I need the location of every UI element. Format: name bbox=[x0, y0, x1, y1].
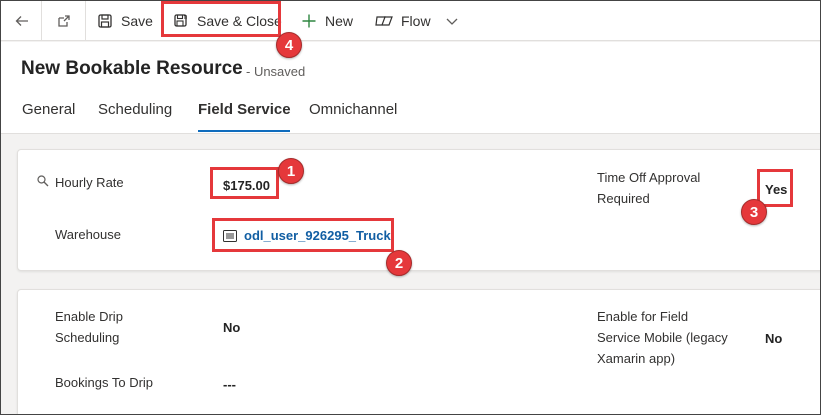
drip-scheduling-label-line-2: Scheduling bbox=[55, 330, 120, 345]
field-service-mobile-label-line-2: Service Mobile (legacy bbox=[597, 330, 728, 345]
tab-omnichannel[interactable]: Omnichannel bbox=[309, 101, 397, 118]
drip-scheduling-section: Enable Drip Scheduling No Bookings To Dr… bbox=[17, 289, 820, 414]
active-tab-indicator bbox=[198, 130, 290, 132]
form-header: New Bookable Resource - Unsaved General … bbox=[1, 42, 820, 134]
callout-badge-2: 2 bbox=[386, 250, 412, 276]
back-arrow-icon bbox=[15, 16, 28, 26]
field-service-mobile-label-line-1: Enable for Field bbox=[597, 309, 689, 324]
new-label: New bbox=[325, 13, 354, 29]
save-label: Save bbox=[121, 13, 153, 29]
save-button[interactable]: Save bbox=[97, 1, 153, 41]
field-service-mobile-value[interactable]: No bbox=[765, 329, 782, 349]
drip-scheduling-label-line-1: Enable Drip bbox=[55, 309, 123, 324]
highlight-save-and-close bbox=[161, 1, 281, 37]
command-bar: Save Save & Close New Flow bbox=[1, 1, 820, 41]
flow-icon bbox=[375, 16, 393, 26]
hourly-rate-label: Hourly Rate bbox=[55, 175, 124, 190]
bookings-to-drip-label: Bookings To Drip bbox=[55, 375, 154, 390]
back-button[interactable] bbox=[11, 1, 33, 41]
bookings-to-drip-value[interactable]: --- bbox=[223, 375, 236, 395]
flow-label: Flow bbox=[401, 13, 431, 29]
save-icon bbox=[98, 14, 112, 28]
time-off-approval-label-line-1: Time Off Approval bbox=[597, 170, 701, 185]
highlight-hourly-rate bbox=[210, 167, 279, 199]
callout-badge-1: 1 bbox=[278, 158, 304, 184]
callout-badge-4: 4 bbox=[276, 32, 302, 58]
popout-icon bbox=[58, 15, 70, 27]
time-off-approval-label-line-2: Required bbox=[597, 191, 650, 206]
flow-button[interactable]: Flow bbox=[375, 1, 459, 41]
field-service-section: Hourly Rate $175.00 Warehouse odl_user_9… bbox=[17, 149, 820, 271]
new-button[interactable]: New bbox=[301, 1, 353, 41]
tab-field-service[interactable]: Field Service bbox=[198, 101, 291, 118]
chevron-down-icon bbox=[446, 18, 458, 25]
lock-search-icon bbox=[37, 175, 49, 187]
open-in-new-window-button[interactable] bbox=[53, 1, 75, 41]
app-frame: Save Save & Close New Flow New Bookable … bbox=[0, 0, 821, 415]
page-title: New Bookable Resource bbox=[21, 58, 243, 79]
drip-scheduling-value[interactable]: No bbox=[223, 318, 240, 338]
field-service-mobile-label-line-3: Xamarin app) bbox=[597, 351, 676, 366]
plus-icon bbox=[302, 14, 316, 28]
toolbar-divider bbox=[41, 1, 42, 41]
tab-scheduling[interactable]: Scheduling bbox=[98, 101, 172, 118]
warehouse-label: Warehouse bbox=[55, 227, 121, 242]
toolbar-divider bbox=[85, 1, 86, 41]
highlight-warehouse bbox=[212, 218, 394, 252]
save-status: - Unsaved bbox=[246, 64, 306, 79]
tab-general[interactable]: General bbox=[22, 101, 75, 118]
callout-badge-3: 3 bbox=[741, 199, 767, 225]
